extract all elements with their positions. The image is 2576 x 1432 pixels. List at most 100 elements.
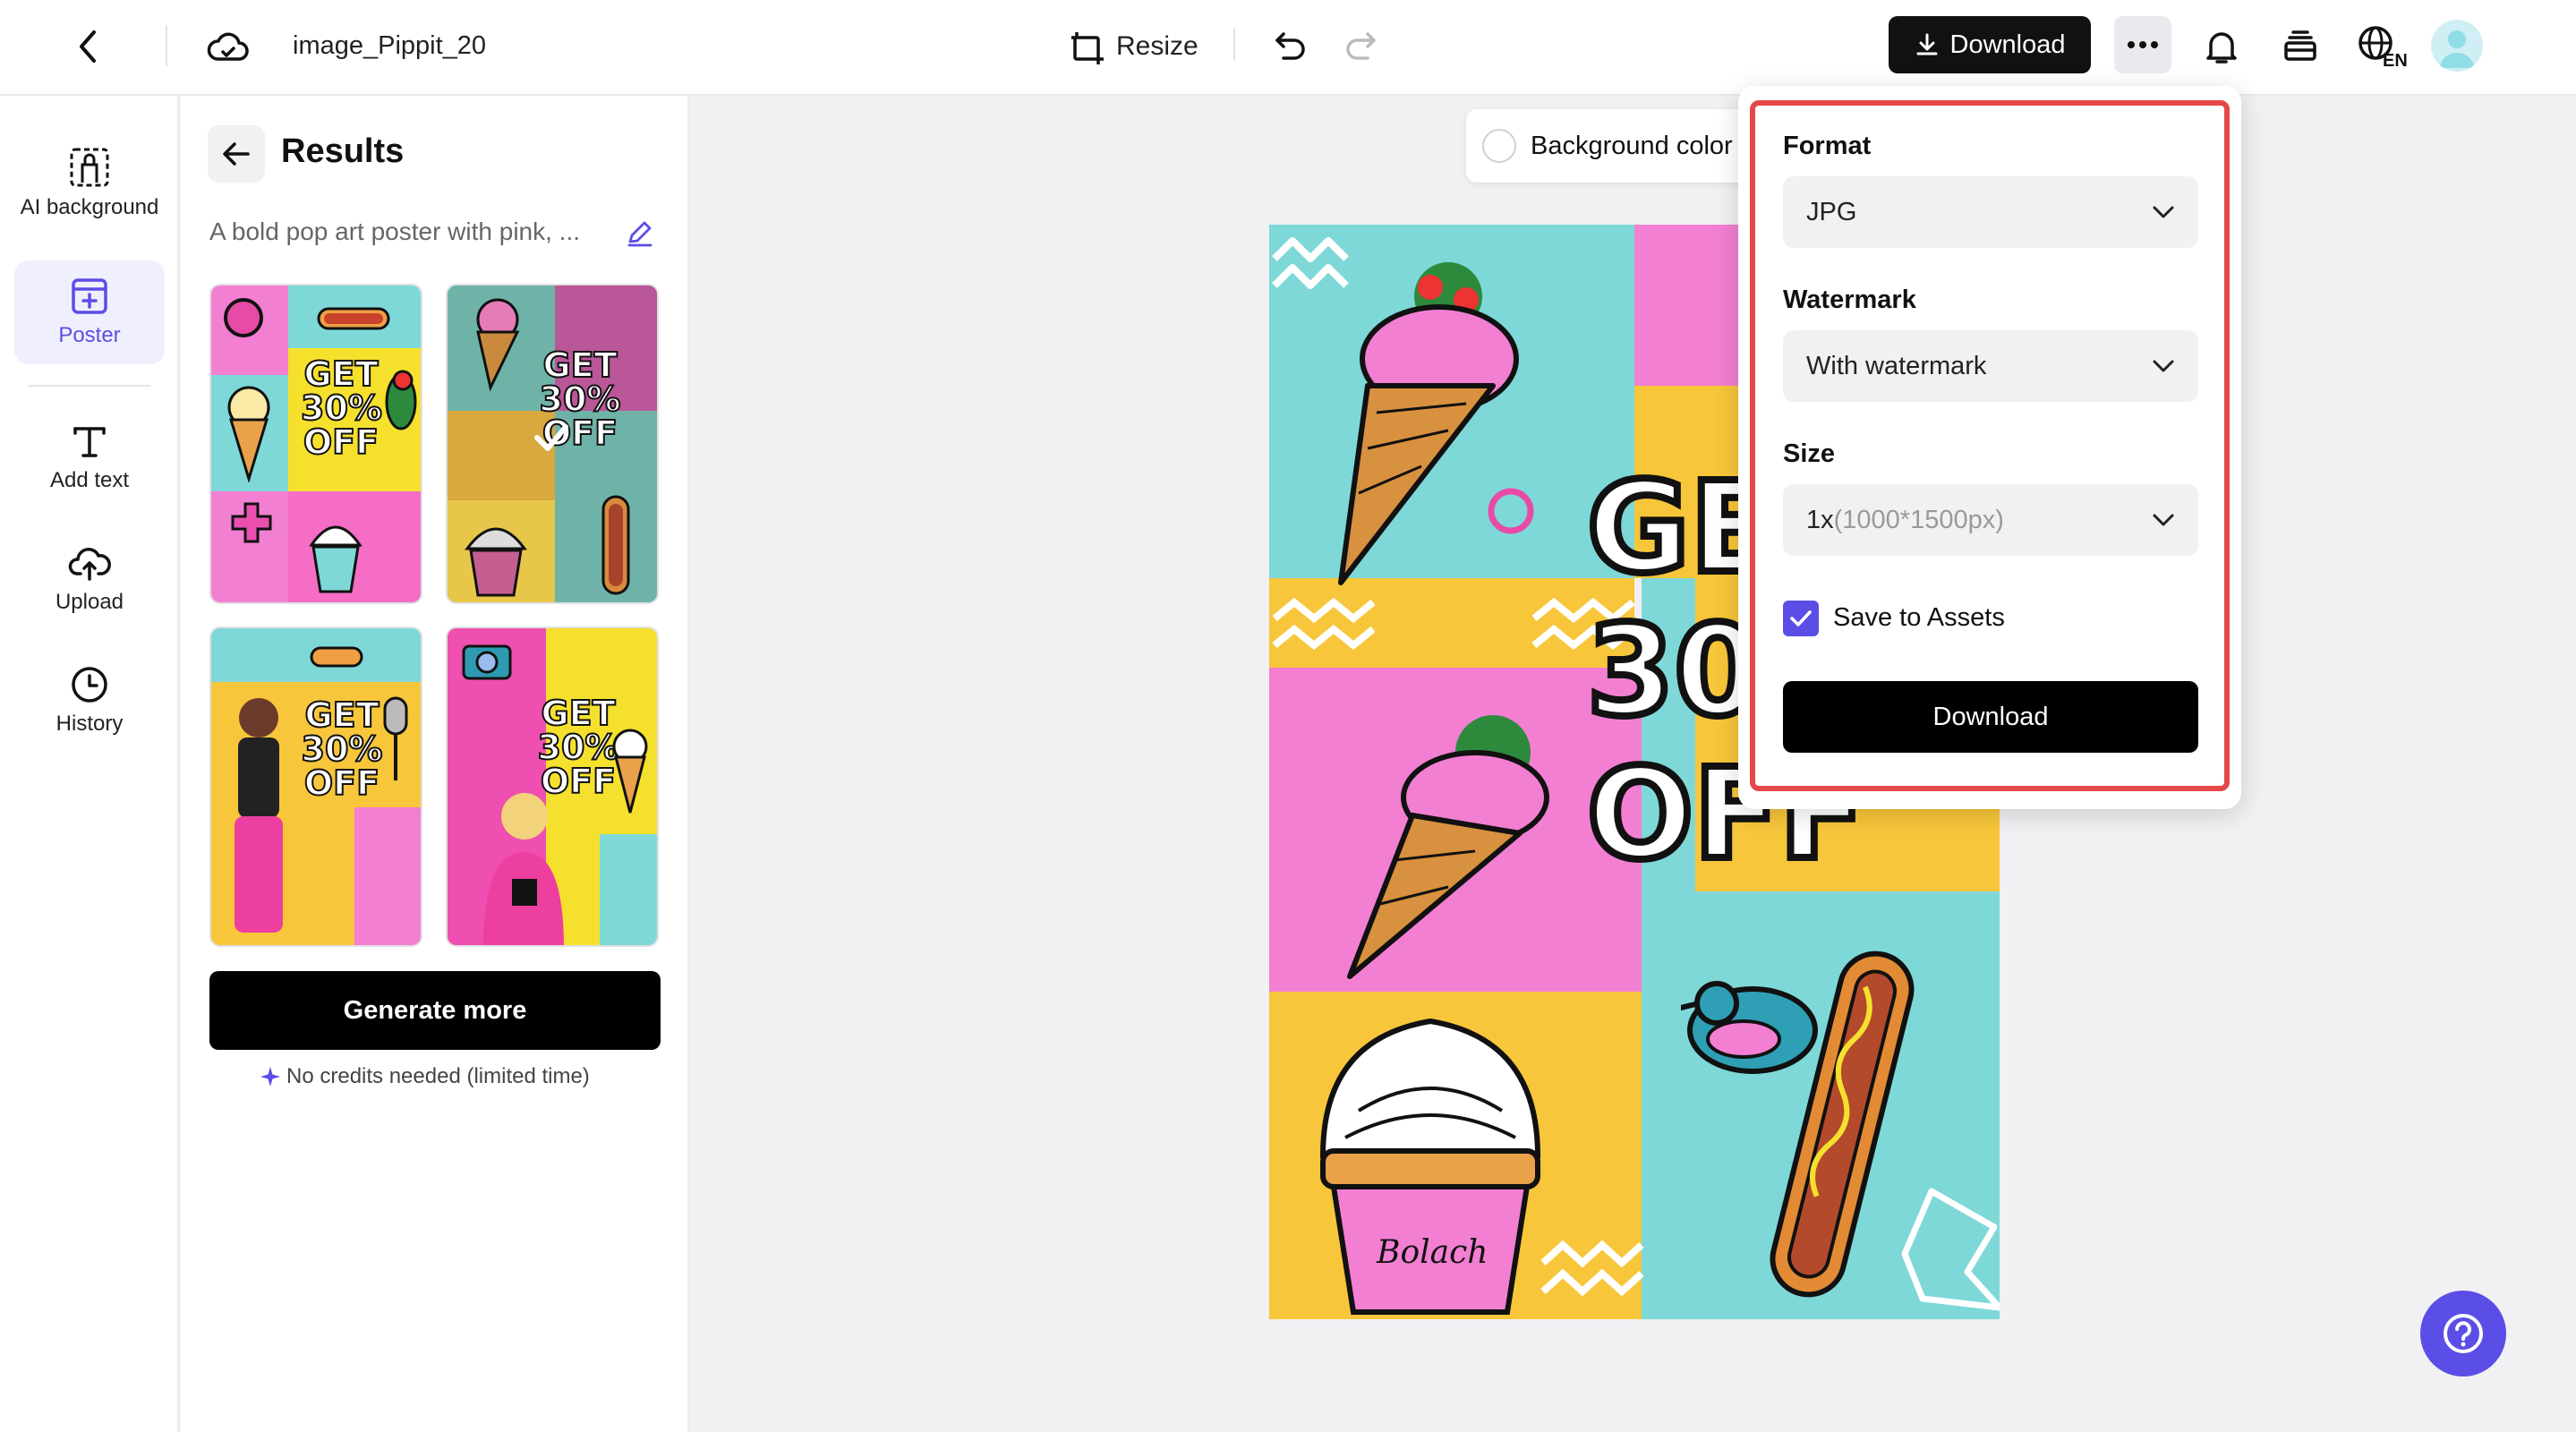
background-color-label: Background color <box>1531 131 1733 160</box>
download-label: Download <box>1949 30 2066 59</box>
cloud-icon <box>207 32 249 61</box>
clock-icon <box>72 666 107 703</box>
rail-item-add-text[interactable]: Add text <box>14 405 165 509</box>
thumb-text-line: OFF <box>303 763 380 803</box>
rail-item-history[interactable]: History <box>14 649 165 753</box>
poster-icon <box>72 277 107 314</box>
rail-item-label: Poster <box>58 322 121 347</box>
thumb-text-line: GET <box>303 354 379 394</box>
undo-icon <box>1275 32 1305 60</box>
checkmark-icon <box>1790 610 1812 626</box>
ring-decor <box>1488 488 1534 534</box>
notifications-button[interactable] <box>2195 20 2248 73</box>
prompt-text: A bold pop art poster with pink, ... <box>209 217 581 245</box>
more-dots-icon <box>2128 41 2158 48</box>
upload-cloud-icon <box>68 547 111 581</box>
assets-button[interactable] <box>2273 20 2327 73</box>
edit-pencil-icon[interactable] <box>625 218 655 249</box>
ice-cream-cone-illustration <box>1338 262 1519 585</box>
header-divider <box>166 25 167 66</box>
ice-cream-illustration <box>227 386 270 482</box>
download-button[interactable]: Download <box>1889 16 2091 73</box>
credits-note: No credits needed (limited time) <box>260 1064 590 1089</box>
undo-button[interactable] <box>1266 21 1316 72</box>
watermark-value: With watermark <box>1806 351 1987 380</box>
cupcake-illustration <box>465 527 527 597</box>
rail-item-label: Upload <box>55 589 124 614</box>
thumb-text-line: OFF <box>303 422 380 462</box>
zigzag-decor <box>1272 597 1376 651</box>
background-swatch <box>1482 129 1516 163</box>
language-button[interactable]: EN <box>2354 18 2411 75</box>
sundae-cup-illustration: Bolach <box>1319 1018 1541 1315</box>
more-options-button[interactable] <box>2114 16 2171 73</box>
rail-item-upload[interactable]: Upload <box>14 527 165 631</box>
thumb-text-line: GET <box>303 695 380 735</box>
thumb-tile <box>600 834 657 945</box>
resize-icon <box>1071 32 1104 64</box>
result-thumbnail-2[interactable]: GET 30% OFF <box>446 284 659 604</box>
star-outline-decor <box>1901 1188 2000 1311</box>
format-select[interactable]: JPG <box>1783 176 2198 248</box>
top-bar: image_Pippit_20 Resize Download EN <box>0 0 2576 96</box>
rail-item-label: AI background <box>20 194 159 219</box>
save-to-assets-checkbox[interactable] <box>1783 601 1819 636</box>
watermark-select[interactable]: With watermark <box>1783 330 2198 402</box>
resize-label: Resize <box>1116 31 1198 61</box>
redo-button[interactable] <box>1335 21 1386 72</box>
rail-divider <box>29 385 150 387</box>
background-color-button[interactable]: Background color <box>1466 109 1753 183</box>
results-back-button[interactable] <box>208 125 265 183</box>
format-value: JPG <box>1806 197 1857 226</box>
help-button[interactable] <box>2420 1291 2506 1377</box>
arrow-left-icon <box>223 142 250 166</box>
rail-item-ai-background[interactable]: AI background <box>14 123 165 244</box>
tool-rail: AI background Poster Add text Upload His… <box>0 96 179 1432</box>
thumb-text-line: 30% <box>301 729 384 769</box>
user-avatar[interactable] <box>2431 20 2483 72</box>
size-value-group: 1x(1000*1500px) <box>1806 506 2004 535</box>
cloud-sync-button[interactable] <box>201 20 255 73</box>
results-title: Results <box>281 132 405 170</box>
chevron-down-icon <box>2153 206 2174 218</box>
rail-item-poster[interactable]: Poster <box>14 260 165 364</box>
sparkle-icon <box>260 1067 280 1087</box>
avatar-icon <box>2440 30 2474 68</box>
project-name[interactable]: image_Pippit_20 <box>293 25 486 66</box>
size-select[interactable]: 1x(1000*1500px) <box>1783 484 2198 556</box>
credits-note-text: No credits needed (limited time) <box>286 1064 590 1088</box>
confirm-download-button[interactable]: Download <box>1783 681 2198 753</box>
thumb-text-line: GET <box>540 694 616 733</box>
thumb-promo-text: GET 30% OFF <box>297 695 387 803</box>
thumb-circle-decor <box>224 298 263 337</box>
hotdog-illustration <box>310 646 363 668</box>
download-icon <box>1916 33 1937 55</box>
back-button[interactable] <box>63 21 113 72</box>
redo-icon <box>1346 32 1376 60</box>
plus-decor <box>231 502 272 543</box>
size-detail: (1000*1500px) <box>1833 505 2004 534</box>
parrot-illustration <box>385 370 417 430</box>
zigzag-decor <box>1540 1240 1644 1297</box>
ice-cream-illustration <box>476 298 520 392</box>
chevron-left-icon <box>80 30 96 63</box>
stack-icon <box>2284 30 2316 61</box>
size-label: Size <box>1783 439 1836 468</box>
hotdog-illustration <box>601 495 630 595</box>
header-divider <box>1233 29 1235 61</box>
rail-item-label: Add text <box>49 467 130 492</box>
language-code: EN <box>2383 51 2408 70</box>
cup-brand-text: Bolach <box>1376 1234 1488 1271</box>
result-thumbnail-4[interactable]: GET 30% OFF <box>446 626 659 947</box>
camera-illustration <box>462 644 512 680</box>
result-thumbnail-3[interactable]: GET 30% OFF <box>209 626 422 947</box>
chevron-down-icon <box>2153 514 2174 526</box>
resize-button[interactable]: Resize <box>1070 21 1198 72</box>
chevron-down-icon <box>2153 360 2174 372</box>
rail-item-label: History <box>55 711 124 736</box>
generate-more-button[interactable]: Generate more <box>209 971 661 1050</box>
save-to-assets-label[interactable]: Save to Assets <box>1833 603 2005 633</box>
ice-cream-illustration <box>612 729 648 814</box>
microphone-illustration <box>383 696 408 780</box>
result-thumbnail-1[interactable]: GET 30% OFF <box>209 284 422 604</box>
